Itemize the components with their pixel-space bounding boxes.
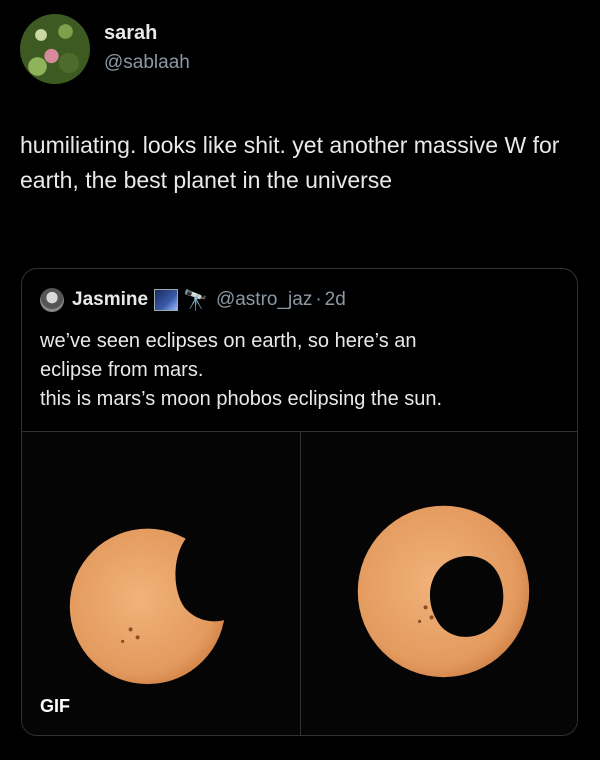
quoted-text-line: this is mars’s moon phobos eclipsing the… [40,388,443,410]
separator-dot: · [315,289,322,310]
tweet-text: humiliating. looks like shit. yet anothe… [20,132,560,193]
quoted-tweet[interactable]: Jasmine 🔭 @astro_jaz · 2d we’ve seen ecl… [21,268,578,736]
media-right-image[interactable] [300,432,577,735]
gif-badge: GIF [40,696,70,716]
quoted-timestamp[interactable]: 2d [325,289,346,311]
author-avatar[interactable] [20,14,90,84]
media-left-gif[interactable]: GIF [22,432,300,735]
author-handle[interactable]: @sablaah [104,52,190,74]
quoted-tweet-text: we’ve seen eclipses on earth, so here’s … [40,327,560,414]
quoted-tweet-header: Jasmine 🔭 @astro_jaz · 2d [40,285,346,315]
annular-eclipse-image [357,505,530,678]
galaxy-emoji-icon [154,289,179,311]
quoted-text-line: we’ve seen eclipses on earth, so here’s … [40,330,417,352]
author-name[interactable]: sarah [104,22,157,45]
quoted-author-avatar[interactable] [40,288,64,312]
quoted-author-name[interactable]: Jasmine [72,289,148,311]
media-gallery[interactable]: GIF [22,431,577,735]
quoted-text-line: eclipse from mars. [40,359,204,381]
telescope-emoji-icon: 🔭 [183,289,208,312]
partial-eclipse-image [69,528,254,685]
quoted-author-handle[interactable]: @astro_jaz [216,289,312,311]
